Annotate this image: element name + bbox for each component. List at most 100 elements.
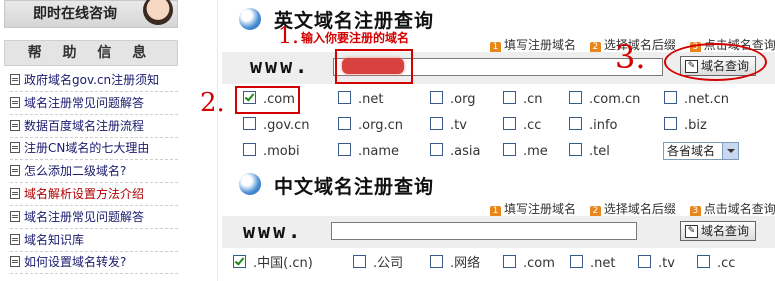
tld-option[interactable]: .公司: [353, 255, 403, 273]
document-icon: [10, 188, 20, 199]
tld-label: .asia: [450, 144, 481, 159]
tld-label: .org: [450, 92, 476, 107]
tld-option[interactable]: .gov.cn: [243, 117, 310, 135]
chinese-domain-title: 中文域名注册查询: [274, 176, 435, 198]
sidebar-link[interactable]: 域名解析设置方法介绍: [10, 183, 178, 206]
tld-option[interactable]: .com: [503, 255, 555, 273]
tld-checkbox[interactable]: [430, 143, 443, 156]
tld-label: .mobi: [263, 144, 300, 159]
tld-label: .org.cn: [358, 118, 403, 133]
document-icon: [10, 256, 20, 268]
tld-checkbox[interactable]: [638, 255, 651, 268]
tld-checkbox[interactable]: [338, 117, 351, 130]
tld-checkbox[interactable]: [430, 117, 443, 130]
annotation-com-box: [235, 86, 300, 114]
tld-checkbox[interactable]: [503, 117, 516, 130]
tld-option[interactable]: .org: [430, 91, 475, 109]
document-icon: [10, 142, 20, 154]
tld-option[interactable]: .中国(.cn): [233, 255, 313, 273]
tld-checkbox[interactable]: [503, 91, 516, 104]
tld-label: .公司: [373, 256, 404, 271]
sidebar-link[interactable]: 数据百度域名注册流程: [10, 115, 178, 138]
tld-option[interactable]: .me: [503, 143, 548, 161]
chinese-www-prefix: www.: [243, 219, 304, 243]
tld-option[interactable]: .net: [570, 255, 615, 273]
annotation-step-2: 2.: [200, 88, 225, 118]
tld-option[interactable]: .tv: [638, 255, 675, 273]
help-info-title: 帮 助 信 息: [4, 40, 178, 66]
tld-option[interactable]: .biz: [664, 117, 707, 135]
tld-label: .tv: [658, 256, 675, 271]
tld-option[interactable]: .cc: [503, 117, 541, 135]
tld-option[interactable]: .网络: [430, 255, 480, 273]
tld-label: .网络: [450, 256, 481, 271]
sidebar-link[interactable]: 注册CN域名的七大理由: [10, 137, 178, 161]
tld-checkbox[interactable]: [503, 255, 516, 268]
tld-checkbox[interactable]: [338, 91, 351, 104]
annotation-input-box: [335, 49, 413, 84]
tld-option[interactable]: .net: [338, 91, 383, 109]
annotation-query-ellipse: [664, 43, 767, 81]
sidebar-link[interactable]: 怎么添加二级域名?: [10, 160, 178, 184]
tld-label: .cc: [717, 256, 736, 271]
tld-option[interactable]: .info: [569, 117, 618, 135]
tld-option[interactable]: .name: [338, 143, 399, 161]
tld-checkbox[interactable]: [664, 91, 677, 104]
annotation-step-3: 3.: [615, 38, 646, 76]
tld-checkbox[interactable]: [569, 91, 582, 104]
sidebar-link[interactable]: 如何设置域名转发?: [10, 251, 178, 275]
annotation-step-1-note: 输入你要注册的域名: [301, 31, 410, 45]
tld-checkbox[interactable]: [570, 255, 583, 268]
online-consult-banner[interactable]: 即时在线咨询: [4, 0, 178, 28]
sidebar-link-label: 注册CN域名的七大理由: [24, 141, 150, 156]
tld-checkbox[interactable]: [430, 91, 443, 104]
tld-checkbox[interactable]: [503, 143, 516, 156]
tld-option[interactable]: .net.cn: [664, 91, 729, 109]
tld-checkbox[interactable]: [338, 143, 351, 156]
tld-checkbox[interactable]: [569, 143, 582, 156]
tld-option[interactable]: .mobi: [243, 143, 300, 161]
tld-option[interactable]: .tv: [430, 117, 467, 135]
tld-option[interactable]: .asia: [430, 143, 480, 161]
province-domain-select[interactable]: 各省域名: [663, 142, 739, 160]
tld-option[interactable]: .tel: [569, 143, 610, 161]
tld-label: .name: [358, 144, 399, 159]
tld-label: .cn: [523, 92, 543, 107]
tld-label: .tv: [450, 118, 467, 133]
sidebar-link[interactable]: 域名注册常见问题解答: [10, 92, 178, 115]
sidebar-link-label: 域名注册常见问题解答: [24, 95, 145, 110]
tld-label: .中国(.cn): [253, 256, 313, 271]
cn-step-2-label: 选择域名后缀: [603, 202, 676, 216]
sidebar-link-label: 怎么添加二级域名?: [24, 164, 127, 179]
tld-label: .info: [589, 118, 618, 133]
tld-checkbox[interactable]: [353, 255, 366, 268]
sidebar-link[interactable]: 域名注册常见问题解答: [10, 206, 178, 229]
search-icon: ✎: [685, 225, 698, 238]
tld-checkbox[interactable]: [569, 117, 582, 130]
annotation-step-1: 1.: [278, 24, 299, 49]
tld-option[interactable]: .cc: [697, 255, 735, 273]
chevron-down-icon[interactable]: [722, 143, 738, 159]
tld-checkbox[interactable]: [233, 255, 246, 268]
tld-checkbox[interactable]: [243, 143, 256, 156]
tld-checkbox[interactable]: [664, 117, 677, 130]
tld-checkbox[interactable]: [430, 255, 443, 268]
step-1-label: 填写注册域名: [504, 38, 577, 52]
tld-checkbox[interactable]: [697, 255, 710, 268]
document-icon: [10, 233, 20, 245]
tld-label: .net: [590, 256, 616, 271]
tld-option[interactable]: .cn: [503, 91, 543, 109]
sidebar-link[interactable]: 域名知识库: [10, 229, 178, 252]
chinese-query-button[interactable]: ✎ 域名查询: [680, 221, 757, 241]
sidebar-link-label: 数据百度域名注册流程: [24, 118, 145, 133]
tld-checkbox[interactable]: [243, 117, 256, 130]
tld-option[interactable]: .org.cn: [338, 117, 403, 135]
globe-icon: [239, 8, 261, 30]
tld-option[interactable]: .com.cn: [569, 91, 640, 109]
globe-icon: [239, 173, 261, 195]
sidebar-link[interactable]: 政府域名gov.cn注册须知: [10, 69, 178, 92]
document-icon: [10, 74, 20, 85]
chinese-domain-input[interactable]: [331, 222, 637, 240]
sidebar-link-label: 域名知识库: [24, 232, 85, 247]
sidebar-divider: [217, 0, 218, 281]
